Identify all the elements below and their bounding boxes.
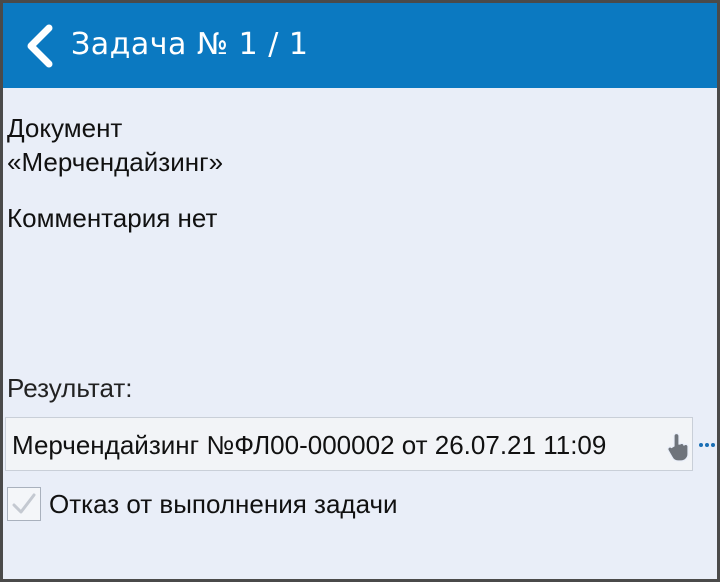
ellipsis-icon-dot <box>699 443 703 447</box>
back-icon[interactable] <box>23 24 57 68</box>
more-options-button[interactable] <box>696 417 717 471</box>
page-title: Задача № 1 / 1 <box>71 27 309 62</box>
document-name: «Мерчендайзинг» <box>7 147 224 177</box>
ellipsis-icon-dot <box>711 443 715 447</box>
refusal-checkbox-row[interactable]: Отказ от выполнения задачи <box>7 485 507 525</box>
result-field[interactable]: Мерчендайзинг №ФЛ00-000002 от 26.07.21 1… <box>5 417 693 471</box>
result-label: Результат: <box>7 373 133 403</box>
app-header: Задача № 1 / 1 <box>3 3 717 88</box>
result-value: Мерчендайзинг №ФЛ00-000002 от 26.07.21 1… <box>12 430 607 460</box>
hand-pointer-icon <box>666 432 692 462</box>
refusal-label: Отказ от выполнения задачи <box>49 489 398 519</box>
refusal-checkbox[interactable] <box>7 487 41 521</box>
comment-text: Комментария нет <box>7 203 218 233</box>
ellipsis-icon-dot <box>705 443 709 447</box>
check-icon <box>12 493 36 514</box>
task-screen: Задача № 1 / 1 Документ «Мерчендайзинг» … <box>3 3 717 579</box>
document-label: Документ <box>7 113 123 143</box>
